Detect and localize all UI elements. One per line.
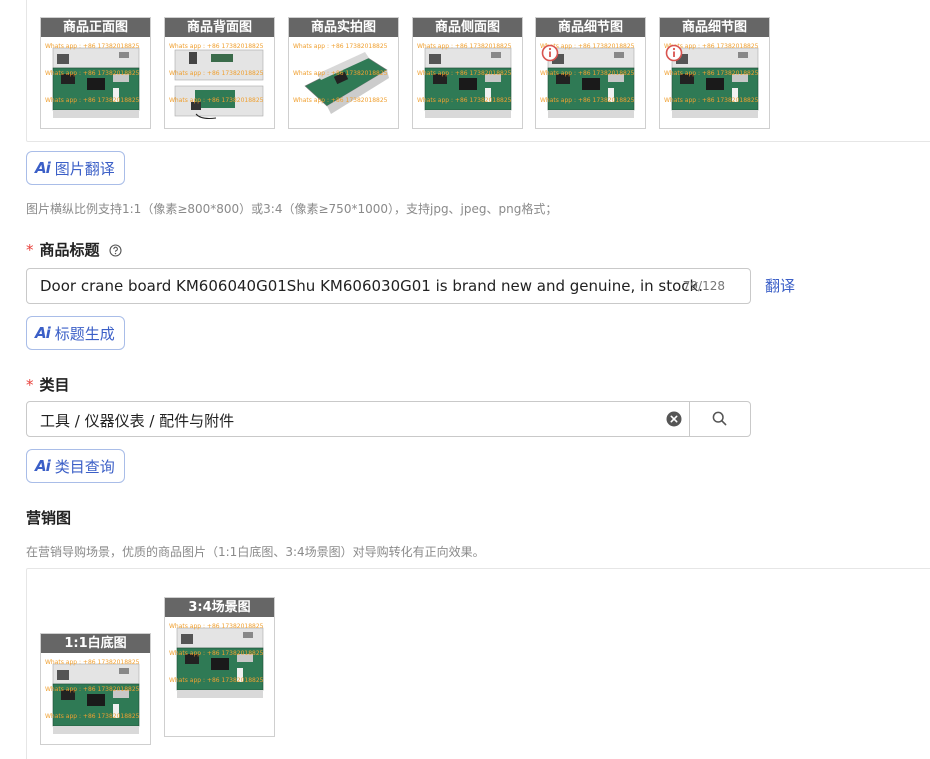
required-mark: * [26,241,34,259]
watermark-text: Whats app : +86 17382018825 [293,43,388,50]
product-photo [52,47,140,118]
thumbnail-caption: 商品背面图 [165,18,274,37]
watermark-text: Whats app : +86 17382018825 [169,677,264,684]
title-generate-button[interactable]: Ai 标题生成 [26,316,125,350]
clear-icon[interactable] [666,411,682,427]
image-thumbnail[interactable]: 商品正面图 Whats app : +86 17382018825 Whats ap… [40,17,151,129]
watermark-text: Whats app : +86 17382018825 [169,650,264,657]
product-photo [176,627,264,698]
ai-icon: Ai [35,324,51,342]
title-input[interactable]: Door crane board KM606040G01Shu KM606030… [26,268,751,304]
category-search-button[interactable] [689,401,751,437]
watermark-text: Whats app : +86 17382018825 [417,97,512,104]
product-photo [174,49,264,119]
marketing-thumbnail[interactable]: 3:4场景图 Whats app : +86 17382018825 Whats a… [164,597,275,737]
marketing-label: 营销图 [26,509,72,527]
title-input-value: Door crane board KM606040G01Shu KM606030… [40,277,704,295]
thumbnail-caption: 商品细节图 [536,18,645,37]
watermark-text: Whats app : +86 17382018825 [169,43,264,50]
watermark-text: Whats app : +86 17382018825 [293,70,388,77]
image-translate-label: 图片翻译 [54,159,115,178]
watermark-text: Whats app : +86 17382018825 [417,70,512,77]
required-mark: * [26,376,34,394]
search-icon [712,411,727,426]
category-query-button[interactable]: Ai 类目查询 [26,449,125,483]
warning-icon [665,44,683,62]
title-generate-label: 标题生成 [54,324,115,343]
category-value: 工具 / 仪器仪表 / 配件与附件 [40,412,235,430]
marketing-images-panel: 1:1白底图 Whats app : +86 17382018825 Whats a… [26,568,930,759]
watermark-text: Whats app : +86 17382018825 [293,97,388,104]
thumbnail-caption: 3:4场景图 [165,598,274,617]
marketing-thumbnail[interactable]: 1:1白底图 Whats app : +86 17382018825 Whats a… [40,633,151,745]
thumbnail-caption: 商品实拍图 [289,18,398,37]
category-query-label: 类目查询 [54,457,115,476]
title-label-row: * 商品标题 [26,239,122,260]
title-char-counter: 79/128 [682,279,725,293]
watermark-text: Whats app : +86 17382018825 [169,70,264,77]
category-label: 类目 [39,376,70,394]
help-icon[interactable] [109,244,122,257]
watermark-text: Whats app : +86 17382018825 [45,713,140,720]
watermark-text: Whats app : +86 17382018825 [45,686,140,693]
watermark-text: Whats app : +86 17382018825 [45,43,140,50]
warning-icon [541,44,559,62]
title-translate-link[interactable]: 翻译 [765,275,795,296]
ai-icon: Ai [35,159,51,177]
watermark-text: Whats app : +86 17382018825 [664,70,759,77]
thumbnail-caption: 1:1白底图 [41,634,150,653]
watermark-text: Whats app : +86 17382018825 [540,97,635,104]
image-thumbnail[interactable]: 商品侧面图 Whats app : +86 17382018825 Whats ap… [412,17,523,129]
thumbnail-caption: 商品细节图 [660,18,769,37]
product-images-panel: 商品正面图 Whats app : +86 17382018825 Whats ap… [26,0,930,142]
product-photo [424,47,512,118]
watermark-text: Whats app : +86 17382018825 [169,623,264,630]
category-label-row: * 类目 [26,374,70,395]
marketing-hint: 在营销导购场景，优质的商品图片（1:1白底图、3:4场景图）对导购转化有正向效果… [26,545,485,559]
product-photo [52,663,140,734]
thumbnail-caption: 商品侧面图 [413,18,522,37]
title-label: 商品标题 [39,241,100,259]
image-translate-button[interactable]: Ai 图片翻译 [26,151,125,185]
watermark-text: Whats app : +86 17382018825 [540,70,635,77]
image-thumbnail[interactable]: 商品细节图 Whats app : +86 17382018825 Whats ap… [535,17,646,129]
watermark-text: Whats app : +86 17382018825 [45,659,140,666]
watermark-text: Whats app : +86 17382018825 [664,97,759,104]
ai-icon: Ai [35,457,51,475]
watermark-text: Whats app : +86 17382018825 [169,97,264,104]
thumbnail-caption: 商品正面图 [41,18,150,37]
product-photo [304,52,389,114]
watermark-text: Whats app : +86 17382018825 [45,97,140,104]
category-select[interactable]: 工具 / 仪器仪表 / 配件与附件 [26,401,751,437]
image-thumbnail[interactable]: 商品背面图 Whats app : +86 17382018825 Whats ap… [164,17,275,129]
watermark-text: Whats app : +86 17382018825 [45,70,140,77]
image-thumbnail[interactable]: 商品实拍图 Whats app : +86 17382018825 Whats ap… [288,17,399,129]
image-format-hint: 图片横纵比例支持1:1（像素≥800*800）或3:4（像素≥750*1000）… [26,202,558,216]
watermark-text: Whats app : +86 17382018825 [417,43,512,50]
image-thumbnail[interactable]: 商品细节图 Whats app : +86 17382018825 Whats ap… [659,17,770,129]
